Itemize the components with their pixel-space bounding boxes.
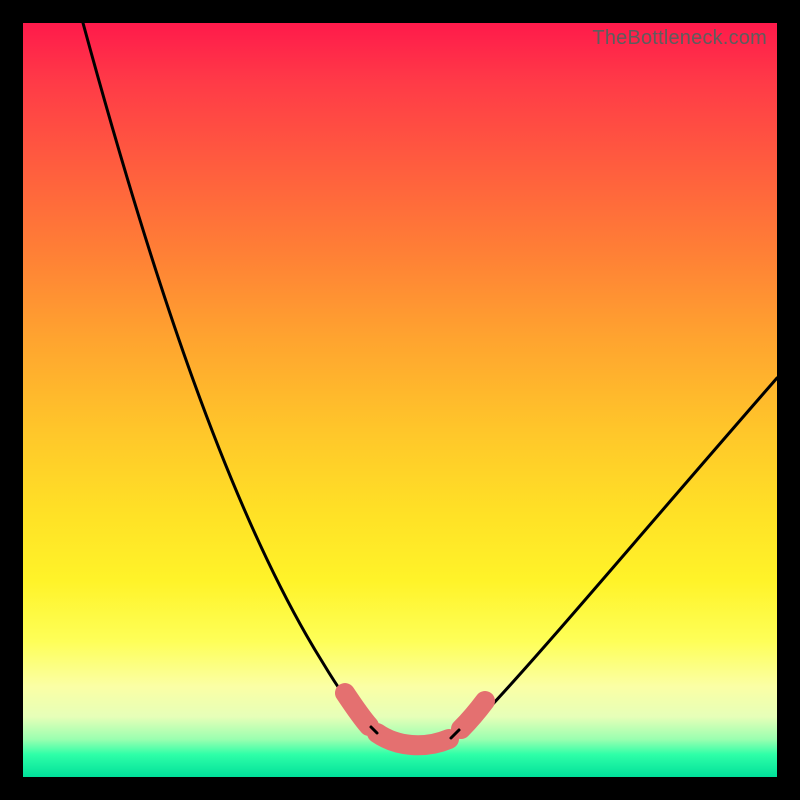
bottleneck-plot — [23, 23, 777, 777]
highlight-segment-3 — [461, 701, 485, 729]
highlight-segment-1 — [345, 693, 369, 726]
watermark-text: TheBottleneck.com — [592, 27, 767, 50]
chart-area: TheBottleneck.com — [23, 23, 777, 777]
highlight-segment-2 — [377, 733, 449, 745]
bottleneck-curve — [83, 23, 777, 746]
